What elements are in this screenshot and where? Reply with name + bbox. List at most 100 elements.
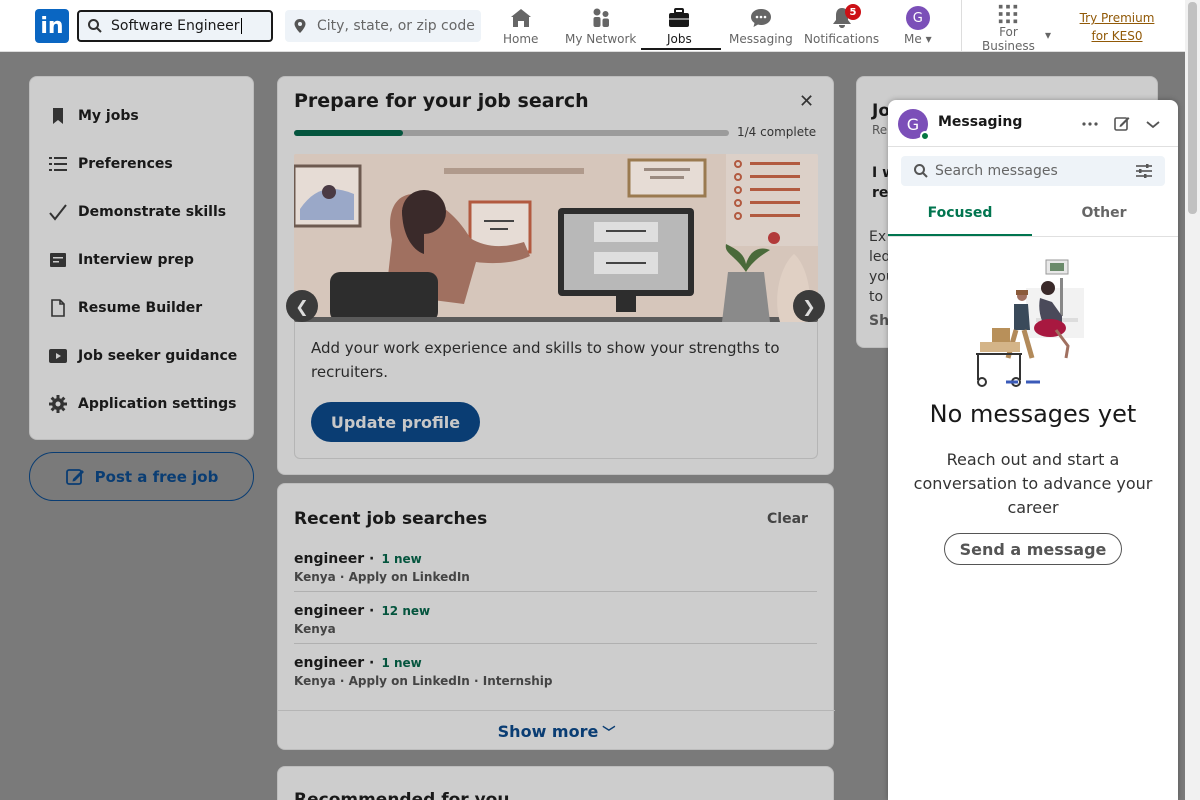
nav-my-network[interactable]: My Network bbox=[565, 6, 636, 46]
scrollbar-thumb[interactable] bbox=[1188, 2, 1197, 214]
tab-focused[interactable]: Focused bbox=[888, 198, 1032, 236]
new-count-badge: 1 new bbox=[381, 656, 422, 670]
new-count-badge: 12 new bbox=[381, 604, 431, 618]
sidebar-item-application-settings[interactable]: Application settings bbox=[48, 394, 237, 414]
location-placeholder: City, state, or zip code bbox=[317, 18, 475, 34]
row-divider bbox=[294, 643, 817, 644]
chevron-down-icon: ﹀ bbox=[602, 725, 616, 741]
messaging-search-placeholder: Search messages bbox=[935, 163, 1058, 179]
nav-for-business[interactable]: For Business bbox=[982, 3, 1035, 53]
send-message-button[interactable]: Send a message bbox=[944, 533, 1122, 565]
chevron-down-icon[interactable] bbox=[1143, 114, 1163, 134]
tab-other-label: Other bbox=[1081, 205, 1127, 221]
search-query: engineer · bbox=[294, 603, 375, 619]
nav-home-label: Home bbox=[503, 32, 539, 46]
sidebar-item-resume-builder[interactable]: Resume Builder bbox=[48, 298, 202, 318]
compose-icon[interactable] bbox=[1112, 114, 1132, 134]
show-more-label: Show more bbox=[497, 721, 599, 741]
messaging-title: Messaging bbox=[938, 114, 1023, 130]
sidebar-item-label: Resume Builder bbox=[78, 300, 203, 316]
carousel-prev-button[interactable]: ❮ bbox=[286, 290, 318, 322]
list-item[interactable]: engineer · 12 new Kenya bbox=[294, 600, 817, 636]
jobs-sidebar: My jobs Preferences Demonstrate skills I… bbox=[29, 76, 254, 440]
post-free-job-label: Post a free job bbox=[94, 467, 219, 486]
briefcase-icon bbox=[669, 8, 690, 27]
nav-notifications-label: Notifications bbox=[804, 32, 880, 46]
search-query: engineer · bbox=[294, 655, 375, 671]
right-card-text-fragment: Ex bbox=[869, 229, 887, 245]
empty-messages-subtitle: Reach out and start a conversation to ad… bbox=[913, 450, 1153, 517]
post-free-job-button[interactable]: Post a free job bbox=[29, 452, 254, 501]
right-card-text-fragment: re bbox=[872, 185, 889, 201]
sidebar-item-interview-prep[interactable]: Interview prep bbox=[48, 250, 194, 270]
linkedin-logo[interactable]: in bbox=[35, 9, 69, 43]
top-nav: in Software Engineer City, state, or zip… bbox=[0, 0, 1185, 53]
try-premium-link[interactable]: Try Premium for KES0 bbox=[1076, 9, 1158, 45]
business-caret-icon: ▾ bbox=[1045, 28, 1052, 42]
messaging-header[interactable]: G Messaging bbox=[888, 100, 1178, 147]
active-tab-underline bbox=[641, 48, 721, 50]
gear-icon bbox=[49, 395, 67, 413]
people-icon bbox=[593, 8, 609, 27]
filter-icon[interactable] bbox=[1135, 163, 1153, 179]
caret-down-icon: ▾ bbox=[925, 32, 932, 46]
notification-badge: 5 bbox=[845, 4, 861, 20]
empty-messages-illustration bbox=[976, 259, 1084, 387]
more-options-icon[interactable] bbox=[1080, 114, 1100, 134]
tabs-divider bbox=[888, 236, 1178, 237]
prepare-job-search-card: Prepare for your job search ✕ 1/4 comple… bbox=[277, 76, 834, 475]
search-icon bbox=[914, 164, 928, 178]
nav-jobs[interactable]: Jobs bbox=[667, 6, 692, 46]
sidebar-item-my-jobs[interactable]: My jobs bbox=[48, 106, 139, 126]
nav-messaging-label: Messaging bbox=[729, 32, 793, 46]
recent-searches-card: Recent job searches Clear engineer · 1 n… bbox=[277, 483, 835, 751]
sidebar-item-label: Demonstrate skills bbox=[78, 204, 227, 220]
premium-line1: Try Premium bbox=[1079, 11, 1155, 25]
empty-messages-title: No messages yet bbox=[929, 400, 1137, 428]
sidebar-item-job-seeker-guidance[interactable]: Job seeker guidance bbox=[48, 346, 237, 366]
page-scrollbar[interactable] bbox=[1185, 0, 1200, 800]
progress-label: 1/4 complete bbox=[737, 125, 817, 139]
row-divider bbox=[294, 591, 817, 592]
search-meta: Kenya bbox=[294, 622, 336, 636]
nav-notifications[interactable]: 5 Notifications bbox=[804, 4, 880, 46]
search-query: engineer · bbox=[294, 551, 375, 567]
messaging-search-input[interactable]: Search messages bbox=[901, 156, 1165, 186]
new-count-badge: 1 new bbox=[381, 552, 422, 566]
right-card-link-fragment[interactable]: Sh bbox=[869, 313, 889, 329]
location-input[interactable]: City, state, or zip code bbox=[285, 10, 481, 42]
list-item[interactable]: engineer · 1 new Kenya · Apply on Linked… bbox=[294, 652, 817, 688]
sidebar-item-label: Job seeker guidance bbox=[78, 348, 238, 364]
for-business-line1: For bbox=[999, 25, 1018, 39]
search-meta: Kenya · Apply on LinkedIn · Internship bbox=[294, 674, 553, 688]
video-icon bbox=[49, 349, 67, 363]
sidebar-item-label: Preferences bbox=[78, 156, 173, 172]
nav-me[interactable]: G Me ▾ bbox=[904, 6, 932, 46]
nav-messaging[interactable]: Messaging bbox=[729, 6, 793, 46]
home-icon bbox=[510, 9, 531, 27]
recent-searches-title: Recent job searches bbox=[294, 509, 488, 529]
sidebar-item-label: Application settings bbox=[78, 396, 237, 412]
nav-home[interactable]: Home bbox=[503, 6, 538, 46]
tab-focused-label: Focused bbox=[927, 205, 993, 221]
job-search-illustration bbox=[294, 154, 818, 322]
nav-jobs-label: Jobs bbox=[667, 32, 692, 46]
messaging-panel: G Messaging Search messages Focused Othe… bbox=[888, 100, 1178, 800]
carousel-next-button[interactable]: ❯ bbox=[793, 290, 825, 322]
premium-line2: for KES0 bbox=[1091, 29, 1143, 43]
search-input[interactable]: Software Engineer bbox=[77, 10, 273, 42]
prepare-title: Prepare for your job search bbox=[294, 90, 589, 112]
clear-button[interactable]: Clear bbox=[767, 511, 808, 527]
sidebar-item-demonstrate-skills[interactable]: Demonstrate skills bbox=[48, 202, 226, 222]
sidebar-item-label: My jobs bbox=[78, 108, 139, 124]
online-status-dot bbox=[920, 131, 930, 141]
close-icon[interactable]: ✕ bbox=[799, 91, 814, 112]
list-item[interactable]: engineer · 1 new Kenya · Apply on Linked… bbox=[294, 548, 817, 584]
tab-other[interactable]: Other bbox=[1032, 198, 1176, 236]
show-more-button[interactable]: Show more ﹀ bbox=[278, 710, 835, 751]
sidebar-item-label: Interview prep bbox=[78, 252, 194, 268]
check-icon bbox=[49, 204, 67, 221]
sidebar-item-preferences[interactable]: Preferences bbox=[48, 154, 173, 174]
avatar: G bbox=[905, 6, 930, 30]
update-profile-button[interactable]: Update profile bbox=[311, 402, 480, 442]
